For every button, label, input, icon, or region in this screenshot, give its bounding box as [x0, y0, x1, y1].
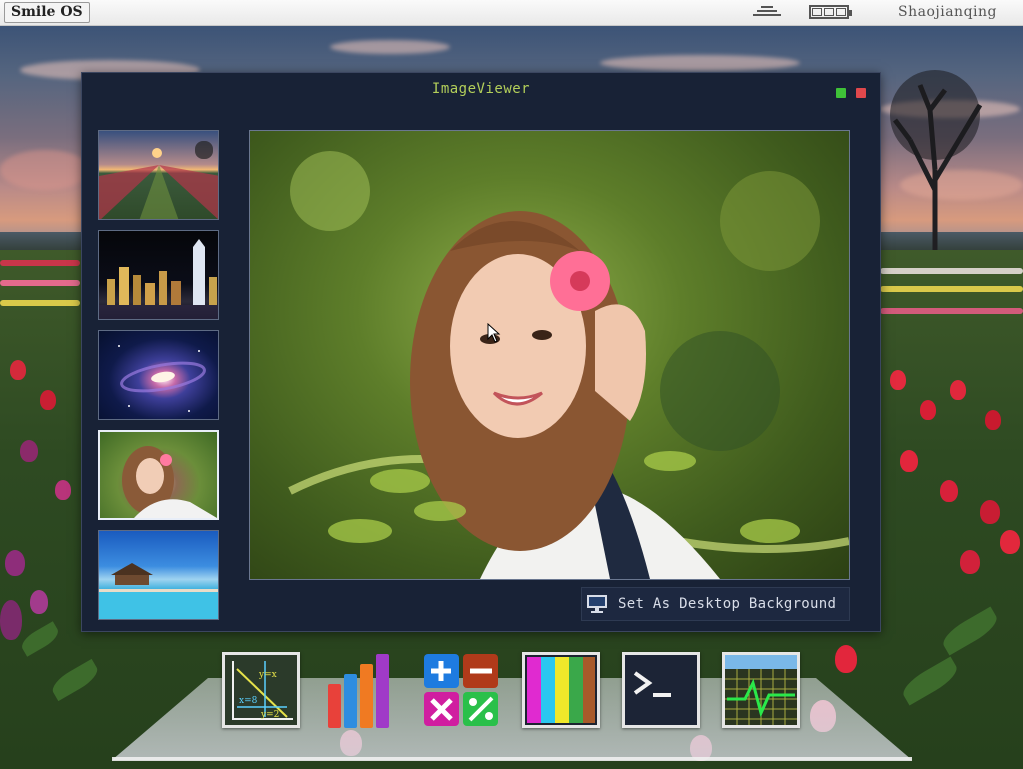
graph-label-yx: y=x [258, 670, 277, 680]
image-viewer-window: ImageViewer Set As Desktop Background [81, 72, 881, 632]
thumbnail-portrait-selected[interactable] [98, 430, 219, 520]
system-monitor-app-button[interactable] [722, 652, 800, 728]
thumbnail-tulip-field[interactable] [98, 130, 219, 220]
calculator-app-button[interactable] [422, 652, 500, 728]
graph-label-y2: y=2 [260, 710, 279, 720]
os-brand-button[interactable]: Smile OS [4, 2, 90, 23]
user-name[interactable]: Shaojianqing [898, 4, 997, 20]
maximize-button[interactable] [836, 88, 846, 98]
set-desktop-background-label: Set As Desktop Background [618, 596, 837, 612]
monitor-icon [587, 595, 607, 613]
top-bar: Smile OS Shaojianqing [0, 0, 1023, 26]
graph-icon: y=x x=8 y=2 [225, 655, 297, 725]
galaxy-thumbnail-image [118, 345, 206, 412]
graph-label-x8: x=8 [239, 696, 258, 706]
color-palette-icon [527, 657, 595, 723]
battery-icon[interactable] [809, 5, 852, 19]
portrait-thumbnail-image [122, 446, 217, 518]
set-desktop-background-button[interactable]: Set As Desktop Background [581, 587, 850, 621]
dock-edge [112, 757, 912, 761]
thumbnail-resort-pool[interactable] [98, 530, 219, 620]
thumbnail-city-night[interactable] [98, 230, 219, 320]
bar-chart-icon [328, 654, 389, 728]
math-graph-app-button[interactable]: y=x x=8 y=2 [222, 652, 300, 728]
terminal-app-button[interactable] [622, 652, 700, 728]
resort-pool-thumbnail-image [99, 563, 218, 619]
city-night-thumbnail-image [99, 239, 218, 319]
wallpaper-tree [890, 70, 983, 250]
calculator-icon [424, 654, 498, 726]
window-title: ImageViewer [431, 81, 531, 97]
thumbnail-galaxy[interactable] [98, 330, 219, 420]
stack-menu-icon[interactable] [753, 6, 781, 20]
close-button[interactable] [856, 88, 866, 98]
terminal-icon [625, 655, 697, 725]
mouse-cursor-icon [487, 323, 501, 343]
tulip-field-thumbnail-image [99, 141, 218, 219]
monitor-graph-icon [725, 655, 797, 725]
color-app-button[interactable] [522, 652, 600, 728]
chart-app-button[interactable] [324, 652, 402, 728]
girl-with-hibiscus-image [288, 151, 849, 579]
main-image-view[interactable] [249, 130, 850, 580]
